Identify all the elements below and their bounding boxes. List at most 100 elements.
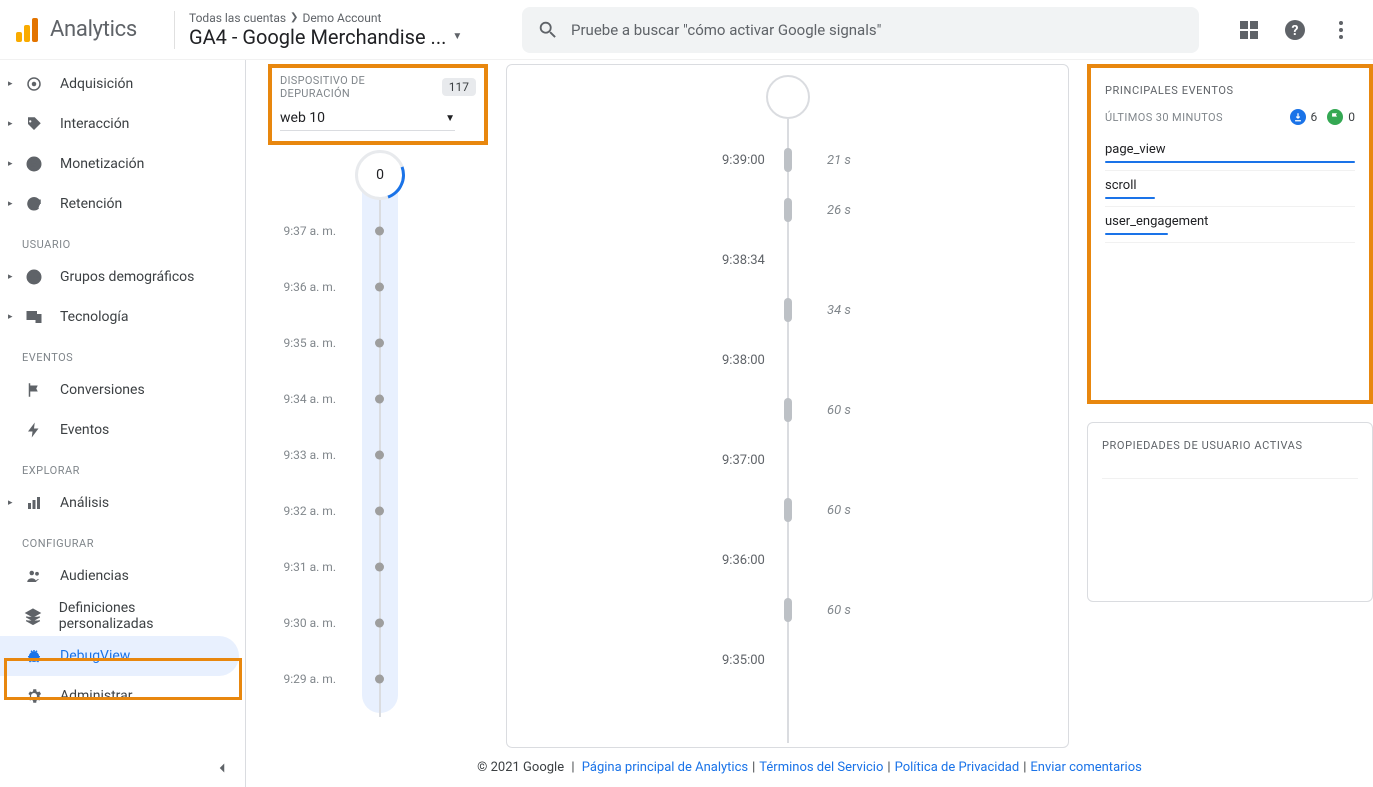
- duration-pill[interactable]: [784, 498, 792, 522]
- gear-icon: [22, 687, 46, 705]
- top-events-card: PRINCIPALES EVENTOS ÚLTIMOS 30 MINUTOS 6: [1087, 64, 1373, 404]
- minute-row[interactable]: 9:30 a. m.: [268, 595, 488, 651]
- event-row[interactable]: user_engagement: [1105, 207, 1355, 243]
- debug-device-count: 117: [442, 78, 476, 96]
- sidebar-item-label: Audiencias: [60, 568, 129, 584]
- sidebar-item-análisis[interactable]: ▸ Análisis: [0, 483, 239, 523]
- expand-icon: ▸: [8, 199, 18, 209]
- footer-link[interactable]: Política de Privacidad: [895, 760, 1020, 775]
- minute-dot: [375, 339, 384, 348]
- copyright: © 2021 Google: [477, 760, 564, 775]
- flag-icon: [1327, 109, 1343, 125]
- second-time-label: 9:39:00: [722, 153, 765, 168]
- debug-device-selector[interactable]: web 10 ▼: [280, 110, 455, 131]
- sidebar-item-label: Definiciones personalizadas: [59, 600, 227, 632]
- second-time-label: 9:38:34: [722, 253, 765, 268]
- sidebar-item-label: Eventos: [60, 422, 109, 438]
- sidebar-section-heading: CONFIGURAR: [0, 523, 245, 556]
- footer-link[interactable]: Enviar comentarios: [1030, 760, 1141, 775]
- sidebar-item-label: Análisis: [60, 495, 109, 511]
- sidebar-item-eventos[interactable]: Eventos: [0, 410, 239, 450]
- sidebar-item-definiciones-personalizadas[interactable]: Definiciones personalizadas: [0, 596, 239, 636]
- minute-time-label: 9:31 a. m.: [268, 560, 348, 574]
- event-name: scroll: [1105, 178, 1355, 193]
- minute-row[interactable]: 9:34 a. m.: [268, 371, 488, 427]
- sidebar-item-label: DebugView: [60, 648, 130, 664]
- duration-pill[interactable]: [784, 398, 792, 422]
- minute-row[interactable]: 9:37 a. m.: [268, 203, 488, 259]
- duration-pill[interactable]: [784, 598, 792, 622]
- duration-label: 60 s: [827, 503, 851, 518]
- user-properties-card: PROPIEDADES DE USUARIO ACTIVAS: [1087, 422, 1373, 602]
- current-event-circle[interactable]: [766, 75, 810, 119]
- sidebar-item-tecnología[interactable]: ▸Tecnología: [0, 297, 239, 337]
- devices-icon: [22, 308, 46, 326]
- top-events-subtitle: ÚLTIMOS 30 MINUTOS: [1105, 111, 1223, 124]
- apps-icon[interactable]: [1237, 18, 1261, 42]
- brand-name: Analytics: [50, 17, 137, 42]
- minute-row[interactable]: 9:33 a. m.: [268, 427, 488, 483]
- second-row: 9:37:00: [507, 435, 1068, 485]
- sidebar-item-interacción[interactable]: ▸Interacción: [0, 104, 239, 144]
- sidebar-item-adquisición[interactable]: ▸Adquisición: [0, 64, 239, 104]
- sidebar-item-debugview[interactable]: DebugView: [0, 636, 239, 676]
- breadcrumb: Todas las cuentas ❯ Demo Account: [189, 11, 504, 25]
- minute-time-label: 9:32 a. m.: [268, 504, 348, 518]
- minute-timeline: 0 9:37 a. m.9:36 a. m.9:35 a. m.9:34 a. …: [268, 153, 488, 707]
- duration-label: 21 s: [827, 153, 851, 168]
- minute-row[interactable]: 9:31 a. m.: [268, 539, 488, 595]
- more-vert-icon[interactable]: [1329, 18, 1353, 42]
- sidebar-item-label: Retención: [60, 196, 122, 212]
- minute-row[interactable]: 9:32 a. m.: [268, 483, 488, 539]
- header-actions: ?: [1237, 18, 1353, 42]
- minute-dot: [375, 283, 384, 292]
- minute-dot: [375, 227, 384, 236]
- search-bar[interactable]: Pruebe a buscar "cómo activar Google sig…: [522, 7, 1199, 53]
- second-row: 60 s: [507, 485, 1068, 535]
- second-row: 60 s: [507, 385, 1068, 435]
- sidebar-item-label: Monetización: [60, 156, 144, 172]
- sidebar-item-retención[interactable]: ▸ Retención: [0, 184, 239, 224]
- svg-text:?: ?: [1292, 23, 1299, 39]
- event-bar: [1105, 233, 1168, 235]
- sidebar-item-audiencias[interactable]: Audiencias: [0, 556, 239, 596]
- right-panels: PRINCIPALES EVENTOS ÚLTIMOS 30 MINUTOS 6: [1087, 64, 1373, 748]
- event-row[interactable]: page_view: [1105, 135, 1355, 171]
- footer-link[interactable]: Términos del Servicio: [759, 760, 883, 775]
- collapse-sidebar-button[interactable]: [213, 759, 231, 781]
- second-row: 9:39:00 21 s: [507, 135, 1068, 185]
- help-icon[interactable]: ?: [1283, 18, 1307, 42]
- debug-device-label: DISPOSITIVO DE DEPURACIÓN: [280, 74, 434, 100]
- minute-bubble[interactable]: 0: [358, 153, 402, 197]
- sidebar-item-monetización[interactable]: ▸Monetización: [0, 144, 239, 184]
- minute-row[interactable]: 9:36 a. m.: [268, 259, 488, 315]
- brand-logo[interactable]: Analytics: [16, 17, 166, 42]
- sidebar-item-grupos-demográficos[interactable]: ▸Grupos demográficos: [0, 257, 239, 297]
- sidebar-item-administrar[interactable]: Administrar: [0, 676, 239, 716]
- footer-link[interactable]: Página principal de Analytics: [582, 760, 748, 775]
- download-icon: [1290, 109, 1306, 125]
- flag-icon: [22, 381, 46, 399]
- duration-pill[interactable]: [784, 298, 792, 322]
- event-row[interactable]: scroll: [1105, 171, 1355, 207]
- expand-icon: ▸: [8, 79, 18, 89]
- duration-pill[interactable]: [784, 198, 792, 222]
- duration-label: 26 s: [827, 203, 851, 218]
- expand-icon: ▸: [8, 498, 18, 508]
- expand-icon: ▸: [8, 272, 18, 282]
- duration-pill[interactable]: [784, 148, 792, 172]
- breadcrumb-account: Demo Account: [302, 11, 381, 25]
- event-name: page_view: [1105, 142, 1355, 157]
- sidebar-item-conversiones[interactable]: Conversiones: [0, 370, 239, 410]
- minute-row[interactable]: 9:35 a. m.: [268, 315, 488, 371]
- user-properties-title: PROPIEDADES DE USUARIO ACTIVAS: [1102, 439, 1358, 452]
- second-row: 9:35:00: [507, 635, 1068, 685]
- people-icon: [22, 567, 46, 585]
- main-content: DISPOSITIVO DE DEPURACIÓN 117 web 10 ▼ 0…: [246, 60, 1373, 787]
- expand-icon: ▸: [8, 119, 18, 129]
- dropdown-icon: ▼: [452, 31, 462, 42]
- top-events-title: PRINCIPALES EVENTOS: [1105, 84, 1355, 97]
- property-switcher[interactable]: Todas las cuentas ❯ Demo Account GA4 - G…: [174, 11, 514, 49]
- minute-row[interactable]: 9:29 a. m.: [268, 651, 488, 707]
- event-bar: [1105, 197, 1155, 199]
